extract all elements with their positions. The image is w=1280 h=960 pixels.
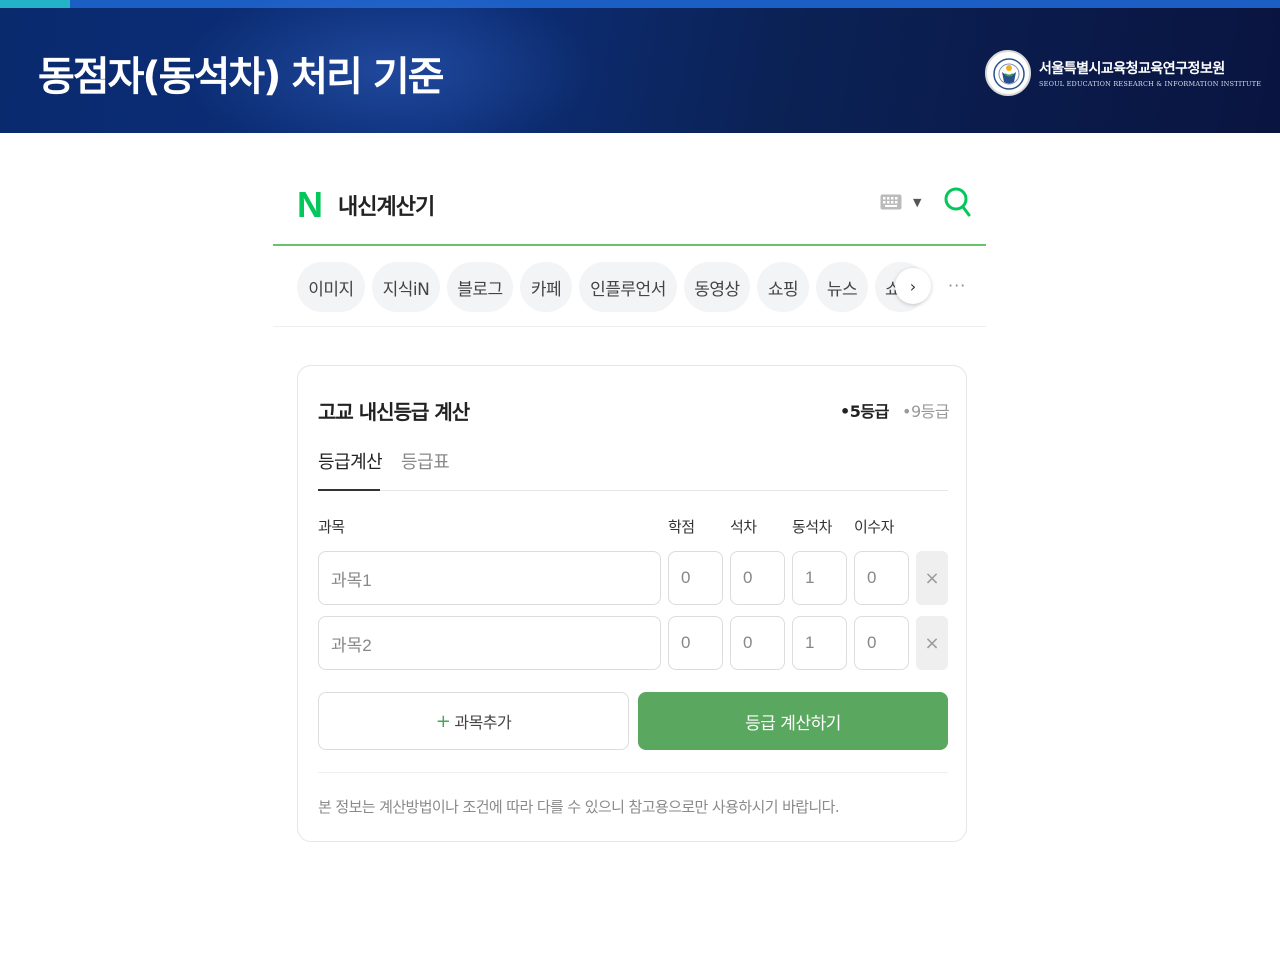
tab-shopping[interactable]: 쇼핑 — [757, 262, 809, 312]
credits-input[interactable]: 0 — [668, 616, 723, 670]
subject-name-input[interactable]: 과목2 — [318, 616, 661, 670]
subject-row: 과목2 0 0 1 0 × — [318, 616, 948, 670]
chevron-right-icon[interactable]: › — [895, 268, 931, 304]
search-tabs: 이미지 지식iN 블로그 카페 인플루언서 동영상 쇼핑 뉴스 쇼 — [297, 262, 937, 312]
column-credits: 학점 — [668, 518, 695, 536]
grade-calculator-card: 고교 내신등급 계산 •5등급 •9등급 등급계산 등급표 과목 학점 석차 동… — [297, 365, 967, 842]
add-subject-button[interactable]: + 과목추가 — [318, 692, 629, 750]
column-subject: 과목 — [318, 518, 345, 536]
subject-row: 과목1 0 0 1 0 × — [318, 551, 948, 605]
calculate-grade-button[interactable]: 등급 계산하기 — [638, 692, 948, 750]
search-bar: N 내신계산기 ▼ — [273, 175, 986, 247]
column-rank: 석차 — [730, 518, 757, 536]
tab-cafe[interactable]: 카페 — [520, 262, 572, 312]
delete-row-button[interactable]: × — [916, 616, 948, 670]
subtab-active-underline — [318, 489, 380, 491]
subject-name-input[interactable]: 과목1 — [318, 551, 661, 605]
tab-video[interactable]: 동영상 — [684, 262, 750, 312]
footer-divider — [318, 772, 948, 773]
rank-input[interactable]: 0 — [730, 616, 785, 670]
slide-header: 동점자(동석차) 처리 기준 서울특별시교육청교육연구정보원 SEOUL EDU… — [0, 0, 1280, 133]
subtab-divider — [318, 490, 948, 491]
tabs-divider — [273, 326, 986, 327]
disclaimer-text: 본 정보는 계산방법이나 조건에 따라 다를 수 있으니 참고용으로만 사용하시… — [318, 798, 840, 816]
tied-rank-input[interactable]: 1 — [792, 551, 847, 605]
rank-input[interactable]: 0 — [730, 551, 785, 605]
column-tied-rank: 동석차 — [792, 518, 832, 536]
tab-knowledge-in[interactable]: 지식iN — [372, 262, 440, 312]
column-students: 이수자 — [854, 518, 894, 536]
tab-influencer[interactable]: 인플루언서 — [579, 262, 677, 312]
students-input[interactable]: 0 — [854, 551, 909, 605]
delete-row-button[interactable]: × — [916, 551, 948, 605]
keyboard-dropdown-caret-icon[interactable]: ▼ — [913, 196, 921, 209]
calculator-title: 고교 내신등급 계산 — [318, 400, 470, 424]
subtab-grade-table[interactable]: 등급표 — [401, 448, 450, 474]
grade-option-9[interactable]: •9등급 — [902, 398, 950, 422]
add-subject-label: 과목추가 — [454, 713, 512, 732]
tab-news[interactable]: 뉴스 — [816, 262, 868, 312]
plus-icon: + — [435, 710, 451, 732]
more-icon[interactable]: ··· — [948, 276, 966, 295]
slide-title: 동점자(동석차) 처리 기준 — [38, 54, 444, 100]
tab-blog[interactable]: 블로그 — [447, 262, 513, 312]
tied-rank-input[interactable]: 1 — [792, 616, 847, 670]
organization-name: 서울특별시교육청교육연구정보원 — [1039, 61, 1225, 77]
search-input[interactable]: 내신계산기 — [338, 189, 435, 221]
naver-logo[interactable]: N — [297, 187, 323, 223]
subtab-grade-calc[interactable]: 등급계산 — [318, 448, 383, 474]
credits-input[interactable]: 0 — [668, 551, 723, 605]
tab-images[interactable]: 이미지 — [297, 262, 365, 312]
search-icon[interactable] — [943, 185, 973, 219]
header-accent-line — [0, 0, 70, 8]
grade-option-5[interactable]: •5등급 — [840, 398, 889, 422]
keyboard-icon[interactable] — [880, 194, 902, 210]
students-input[interactable]: 0 — [854, 616, 909, 670]
organization-subtitle: SEOUL EDUCATION RESEARCH & INFORMATION I… — [1039, 80, 1262, 88]
search-underline — [273, 244, 986, 246]
institute-logo-icon — [985, 50, 1031, 96]
organization-badge: 서울특별시교육청교육연구정보원 SEOUL EDUCATION RESEARCH… — [985, 50, 1265, 98]
